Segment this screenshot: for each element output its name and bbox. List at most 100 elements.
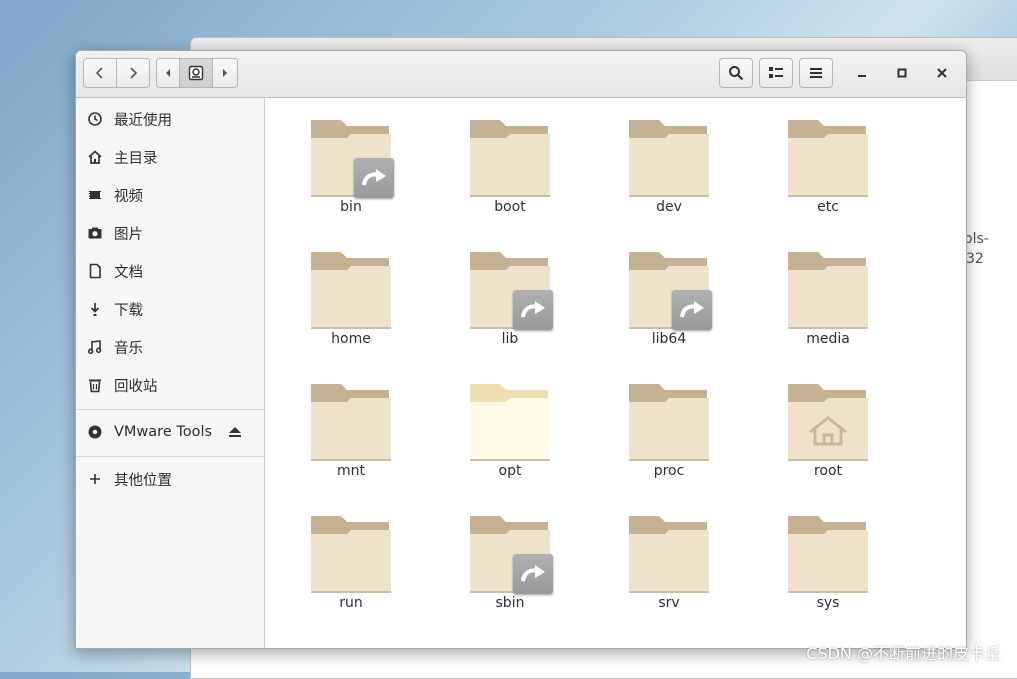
disc-icon	[76, 424, 114, 440]
view-toggle-button[interactable]	[759, 58, 793, 88]
file-item-boot[interactable]: boot	[455, 98, 565, 218]
file-item-media[interactable]: media	[773, 230, 883, 350]
sidebar-item-videos[interactable]: 视频	[76, 178, 264, 212]
triangle-left-icon	[166, 69, 170, 77]
file-name-label: lib64	[651, 331, 687, 347]
download-icon	[76, 301, 114, 317]
file-item-lib[interactable]: lib	[455, 230, 565, 350]
file-grid: bin boot dev etc home lib lib64 media mnt opt proc…	[265, 98, 966, 648]
file-item-opt[interactable]: opt	[455, 362, 565, 482]
folder-icon	[788, 120, 868, 197]
file-item-etc[interactable]: etc	[773, 98, 883, 218]
file-name-label: sys	[816, 595, 840, 611]
path-scroll-left-button[interactable]	[156, 58, 180, 88]
file-item-bin[interactable]: bin	[296, 98, 406, 218]
trash-icon	[76, 377, 114, 393]
file-name-label: lib	[501, 331, 519, 347]
file-item-run[interactable]: run	[296, 494, 406, 614]
watermark: CSDN @不断前进的皮卡丘	[806, 644, 1001, 663]
sidebar-item-recent[interactable]: 最近使用	[76, 102, 264, 136]
symlink-arrow-icon	[513, 290, 553, 330]
folder-icon	[629, 120, 709, 197]
file-item-home[interactable]: home	[296, 230, 406, 350]
sidebar-item-label: 文档	[114, 264, 143, 281]
file-name-label: mnt	[337, 463, 365, 479]
music-icon	[76, 339, 114, 355]
maximize-icon	[897, 68, 907, 78]
sidebar-item-downloads[interactable]: 下载	[76, 292, 264, 326]
sidebar-separator	[76, 409, 264, 410]
drive-root-icon	[188, 65, 204, 81]
minimize-button[interactable]	[847, 58, 877, 88]
home-icon	[76, 149, 114, 165]
document-icon	[76, 263, 114, 279]
forward-button[interactable]	[116, 58, 150, 88]
video-icon	[76, 187, 114, 203]
folder-icon	[788, 252, 868, 329]
file-item-mnt[interactable]: mnt	[296, 362, 406, 482]
file-item-lib64[interactable]: lib64	[614, 230, 724, 350]
file-item-srv[interactable]: srv	[614, 494, 724, 614]
folder-icon	[470, 120, 550, 197]
folder-icon	[629, 384, 709, 461]
sidebar-item-label: 回收站	[114, 378, 158, 395]
file-item-sys[interactable]: sys	[773, 494, 883, 614]
minimize-icon	[858, 75, 866, 77]
symlink-arrow-icon	[672, 290, 712, 330]
maximize-button[interactable]	[887, 58, 917, 88]
eject-icon[interactable]	[228, 425, 242, 443]
folder-icon	[629, 516, 709, 593]
file-name-label: opt	[498, 463, 522, 479]
file-item-dev[interactable]: dev	[614, 98, 724, 218]
search-icon	[729, 66, 744, 81]
search-button[interactable]	[719, 58, 753, 88]
file-name-label: home	[331, 331, 371, 347]
sidebar-item-label: 视频	[114, 188, 143, 205]
file-name-label: media	[806, 331, 850, 347]
close-icon	[937, 68, 947, 78]
clock-icon	[76, 111, 114, 127]
file-name-label: sbin	[495, 595, 525, 611]
hamburger-menu-icon	[810, 68, 822, 78]
file-name-label: proc	[653, 463, 685, 479]
symlink-arrow-icon	[354, 158, 394, 198]
sidebar-item-trash[interactable]: 回收站	[76, 368, 264, 402]
back-button[interactable]	[83, 58, 117, 88]
plus-icon	[76, 472, 114, 486]
triangle-right-icon	[223, 69, 227, 77]
file-item-sbin[interactable]: sbin	[455, 494, 565, 614]
folder-icon	[311, 384, 391, 461]
sidebar-item-label: 其他位置	[114, 472, 172, 489]
camera-icon	[76, 225, 114, 241]
sidebar-item-other-locations[interactable]: 其他位置	[76, 462, 264, 496]
menu-button[interactable]	[799, 58, 833, 88]
path-root-button[interactable]	[179, 58, 213, 88]
file-name-label: bin	[340, 199, 362, 215]
sidebar-item-label: 图片	[114, 226, 143, 243]
file-item-root[interactable]: root	[773, 362, 883, 482]
path-scroll-right-button[interactable]	[212, 58, 238, 88]
file-name-label: run	[339, 595, 363, 611]
sidebar-item-documents[interactable]: 文档	[76, 254, 264, 288]
symlink-arrow-icon	[513, 554, 553, 594]
folder-icon	[788, 516, 868, 593]
sidebar-item-home[interactable]: 主目录	[76, 140, 264, 174]
file-name-label: dev	[656, 199, 682, 215]
background-partial-text: 32	[966, 251, 984, 267]
folder-icon	[470, 384, 550, 461]
sidebar-item-music[interactable]: 音乐	[76, 330, 264, 364]
file-name-label: boot	[494, 199, 526, 215]
sidebar-item-label: 音乐	[114, 340, 143, 357]
folder-icon	[311, 252, 391, 329]
list-view-icon	[769, 67, 783, 78]
sidebar-item-label: 下载	[114, 302, 143, 319]
close-button[interactable]	[927, 58, 957, 88]
sidebar-item-label: 主目录	[114, 150, 158, 167]
sidebar-item-vmware-tools[interactable]: VMware Tools	[76, 415, 264, 449]
file-item-proc[interactable]: proc	[614, 362, 724, 482]
chevron-left-icon	[95, 67, 103, 79]
folder-icon	[311, 516, 391, 593]
sidebar-item-pictures[interactable]: 图片	[76, 216, 264, 250]
chevron-right-icon	[130, 67, 138, 79]
file-manager-window: 最近使用 主目录 视频 图片 文档 下载 音乐 回收站 VMware Tools…	[75, 50, 967, 649]
